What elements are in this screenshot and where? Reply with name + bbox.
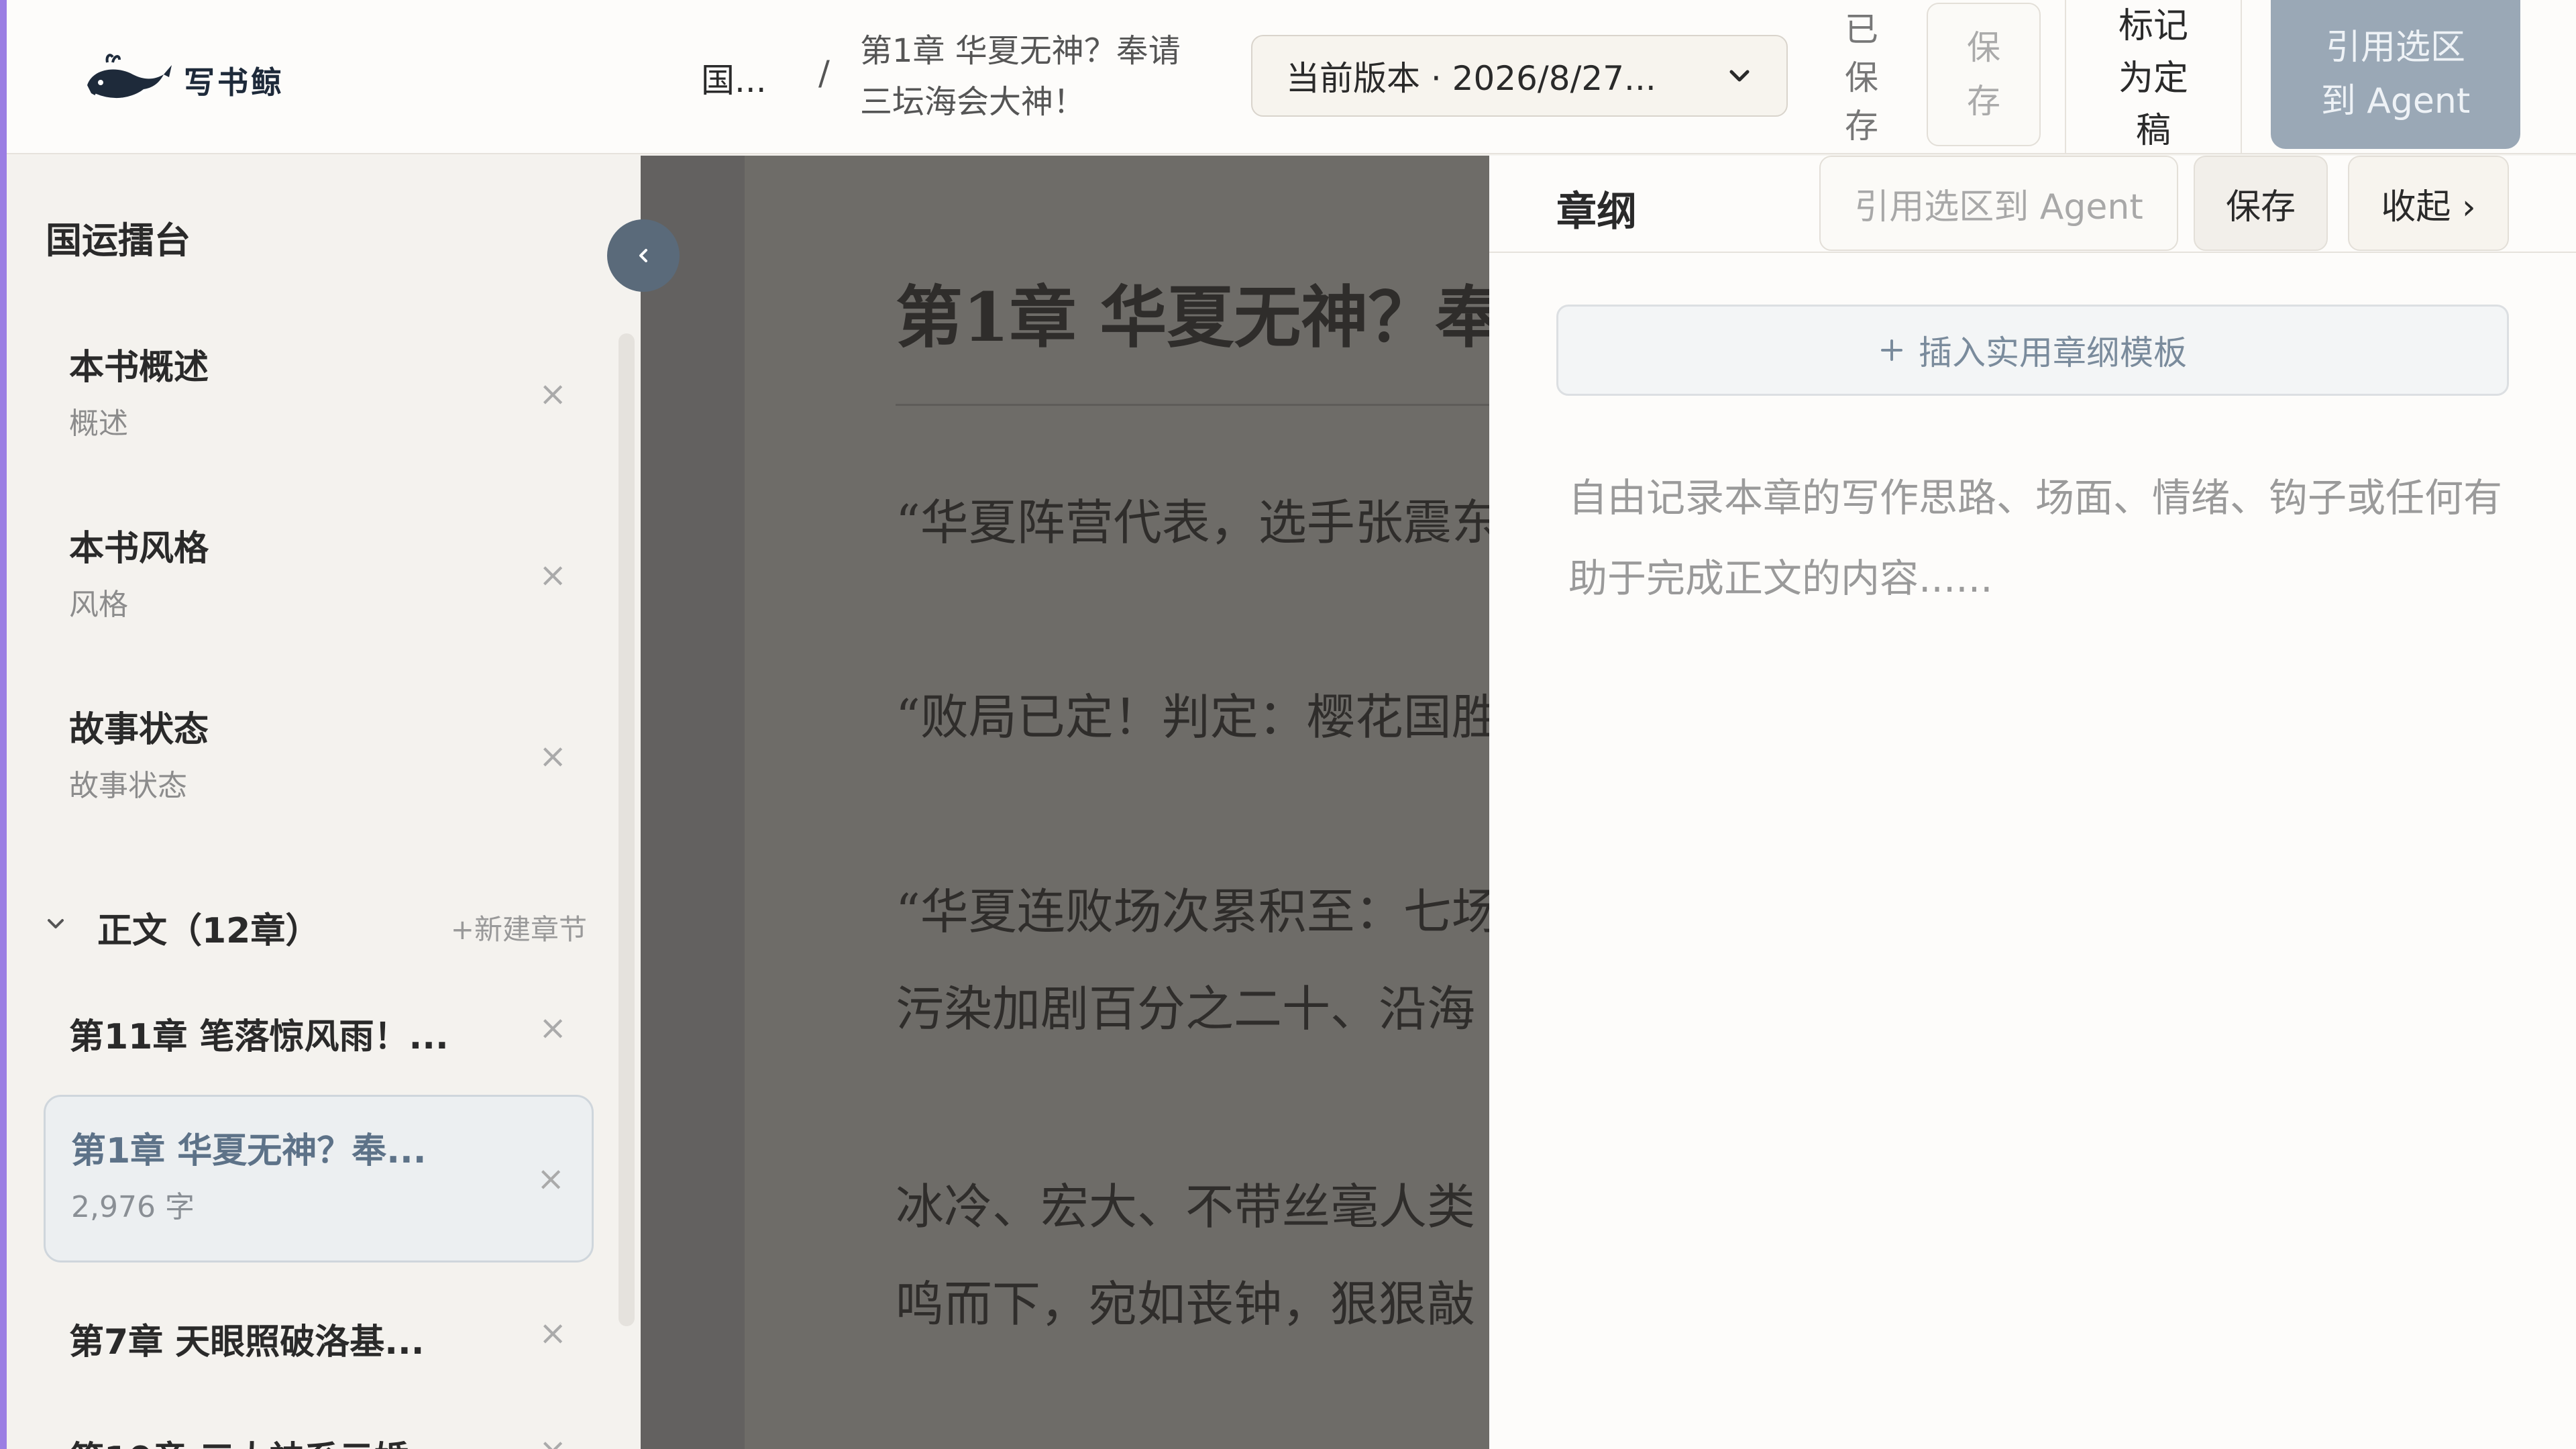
chapter-item-active[interactable]: 第1章 华夏无神？奉... 2,976 字 ×	[44, 1095, 594, 1263]
logo-text: 写书鲸	[184, 64, 284, 101]
app-logo[interactable]: 写书鲸	[80, 47, 284, 114]
mark-final-button[interactable]: 标记为定稿	[2086, 0, 2220, 157]
collapse-sidebar-button[interactable]	[607, 219, 680, 292]
outline-title: 章纲	[1556, 189, 1637, 235]
paragraph: “华夏阵营代表，选手张震东	[896, 494, 1489, 551]
chapter-editor: 第1章 华夏无神？奉 “华夏阵营代表，选手张震东 “败局已定！判定：樱花国胜 “…	[641, 156, 1489, 1449]
title-divider	[896, 404, 1489, 406]
close-icon[interactable]: ×	[539, 313, 567, 474]
paragraph: “败局已定！判定：樱花国胜	[896, 689, 1489, 745]
paragraph: 污染加剧百分之二十、沿海	[896, 981, 1476, 1037]
mark-final-label: 标记为定稿	[2118, 6, 2188, 151]
sidebar-item-title: 本书风格	[69, 529, 209, 569]
close-icon[interactable]: ×	[539, 977, 567, 1078]
breadcrumb-chapter: 第1章 华夏无神？奉请三坛海会大神！	[860, 32, 1181, 121]
outline-panel: 章纲 引用选区到 Agent 保存 收起 › 插入实用章纲模板 自由记录本章的写…	[1489, 156, 2576, 1449]
chapter-item-title: 第10章 三大神系元婚	[69, 1431, 409, 1449]
insert-template-button[interactable]: 插入实用章纲模板	[1556, 305, 2509, 396]
close-icon[interactable]: ×	[539, 676, 567, 837]
sidebar-scrollbar[interactable]	[619, 333, 635, 1326]
outline-collapse-button[interactable]: 收起 ›	[2348, 156, 2509, 251]
quote-to-agent-button[interactable]: 引用选区到 Agent	[2271, 0, 2520, 149]
chapter-word-count: 2,976 字	[71, 1190, 195, 1224]
close-icon[interactable]: ×	[539, 494, 567, 655]
sidebar-item-title: 本书概述	[69, 347, 209, 388]
breadcrumb-separator: /	[818, 54, 830, 93]
sidebar-item-subtitle: 故事状态	[69, 769, 187, 803]
chapter-item-title: 第7章 天眼照破洛基...	[69, 1322, 425, 1362]
version-select[interactable]: 当前版本 · 2026/8/27...	[1251, 35, 1788, 117]
saved-status: 已保存	[1845, 10, 1878, 146]
quote-to-agent-label: 引用选区到 Agent	[2320, 28, 2471, 121]
outline-header: 章纲 引用选区到 Agent 保存 收起 ›	[1489, 156, 2576, 253]
chapter-item[interactable]: 第11章 笔落惊风雨！... ×	[44, 977, 594, 1078]
header-divider	[2065, 0, 2066, 154]
sidebar-item-subtitle: 风格	[69, 588, 128, 622]
paragraph: 鸣而下，宛如丧钟，狠狠敲	[896, 1276, 1476, 1332]
sidebar-item-subtitle: 概述	[69, 407, 128, 441]
save-button-label: 保存	[1967, 28, 2000, 121]
close-icon[interactable]: ×	[539, 1283, 567, 1383]
insert-template-label: 插入实用章纲模板	[1919, 333, 2187, 372]
outline-textarea[interactable]: 自由记录本章的写作思路、场面、情绪、钩子或任何有助于完成正文的内容......	[1568, 458, 2508, 619]
outline-save-button[interactable]: 保存	[2194, 156, 2328, 251]
chapter-item-title: 第11章 笔落惊风雨！...	[69, 1017, 449, 1057]
close-icon[interactable]: ×	[537, 1097, 565, 1260]
sidebar-item-story-state[interactable]: 故事状态 故事状态 ×	[44, 676, 594, 837]
version-select-value: 当前版本 · 2026/8/27...	[1286, 59, 1656, 98]
close-icon[interactable]: ×	[539, 1400, 567, 1449]
sidebar-item-title: 故事状态	[69, 710, 209, 750]
whale-icon	[87, 54, 172, 101]
chapter-title: 第1章 华夏无神？奉	[896, 278, 1489, 357]
chapter-item-title: 第1章 华夏无神？奉...	[71, 1131, 427, 1171]
paragraph: “华夏连败场次累积至：七场	[896, 883, 1489, 940]
new-chapter-button[interactable]: +新建章节	[451, 907, 587, 948]
chevron-down-icon[interactable]	[44, 912, 77, 943]
chapters-section-label: 正文（12章）	[97, 910, 321, 951]
chapter-item[interactable]: 第10章 三大神系元婚 ×	[44, 1400, 594, 1449]
chevron-left-icon	[639, 249, 647, 262]
editor-gutter	[641, 156, 745, 1449]
sidebar-item-style[interactable]: 本书风格 风格 ×	[44, 494, 594, 655]
chapters-section-header[interactable]: 正文（12章） +新建章节	[44, 894, 587, 961]
book-title: 国运擂台	[46, 219, 191, 262]
top-header: 写书鲸 国... / 第1章 华夏无神？奉请三坛海会大神！ 当前版本 · 202…	[7, 0, 2576, 154]
chapter-item[interactable]: 第7章 天眼照破洛基... ×	[44, 1283, 594, 1383]
chevron-down-icon	[1729, 70, 1750, 82]
outline-quote-to-agent-button[interactable]: 引用选区到 Agent	[1819, 156, 2178, 251]
breadcrumb-book[interactable]: 国...	[701, 54, 767, 102]
sidebar: 国运擂台 本书概述 概述 × 本书风格 风格 × 故事状态 故事状态 × 正文（…	[7, 156, 680, 1449]
paragraph: 冰冷、宏大、不带丝毫人类	[896, 1179, 1476, 1235]
header-divider	[2241, 0, 2242, 154]
plus-icon	[1881, 339, 1902, 361]
accent-bar	[0, 0, 7, 1449]
save-button[interactable]: 保存	[1927, 3, 2041, 146]
sidebar-item-overview[interactable]: 本书概述 概述 ×	[44, 313, 594, 474]
